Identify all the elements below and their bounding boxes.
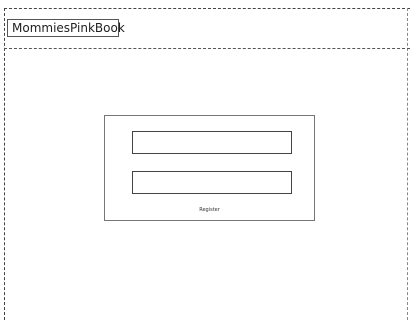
top-border xyxy=(4,8,410,9)
page: MommiesPinkBook Register xyxy=(0,0,412,323)
register-link[interactable]: Register xyxy=(105,207,314,213)
brand-name: MommiesPinkBook xyxy=(12,21,125,35)
password-input[interactable] xyxy=(132,171,292,194)
right-border xyxy=(407,8,408,320)
brand-logo[interactable]: MommiesPinkBook xyxy=(7,19,125,37)
login-panel: Register xyxy=(104,115,315,221)
header-divider xyxy=(4,48,410,49)
left-border xyxy=(4,8,5,320)
username-input[interactable] xyxy=(132,131,292,154)
